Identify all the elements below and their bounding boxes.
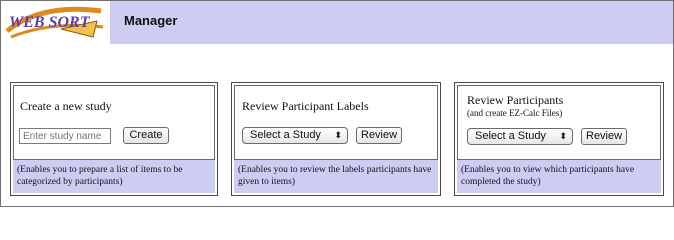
panel-description-band: (Enables you to view which participants …	[457, 159, 661, 193]
review-participants-panel: Review Participants (and create EZ-Calc …	[454, 82, 664, 196]
create-study-title: Create a new study	[20, 99, 112, 113]
select-value: Select a Study	[475, 130, 546, 142]
review-participants-title: Review Participants	[467, 93, 564, 107]
review-labels-button[interactable]: Review	[356, 127, 402, 144]
select-arrows-icon: ⬍	[559, 131, 567, 141]
review-labels-title: Review Participant Labels	[242, 99, 369, 113]
study-select-participants[interactable]: Select a Study ⬍	[467, 128, 573, 145]
websort-logo: WEB SORT	[1, 1, 109, 44]
study-select-labels[interactable]: Select a Study ⬍	[242, 127, 348, 144]
review-participants-subtitle: (and create EZ-Calc Files)	[467, 108, 563, 118]
create-study-panel: Create a new study Create (Enables you t…	[10, 82, 218, 196]
review-labels-panel: Review Participant Labels Select a Study…	[231, 82, 441, 196]
panel-description-band: (Enables you to prepare a list of items …	[13, 159, 215, 193]
select-arrows-icon: ⬍	[334, 130, 342, 140]
select-value: Select a Study	[250, 129, 321, 141]
review-participants-button[interactable]: Review	[581, 128, 627, 145]
logo-graphic: WEB SORT	[5, 6, 104, 39]
create-study-description: (Enables you to prepare a list of items …	[17, 165, 183, 187]
study-name-input[interactable]	[19, 128, 111, 144]
review-participants-description: (Enables you to view which participants …	[461, 165, 635, 187]
review-labels-description: (Enables you to review the labels partic…	[238, 165, 432, 187]
logo-text: WEB SORT	[9, 14, 91, 31]
page-title: Manager	[124, 13, 178, 28]
header-bar	[110, 1, 673, 44]
create-button[interactable]: Create	[123, 127, 169, 144]
panel-description-band: (Enables you to review the labels partic…	[234, 159, 438, 193]
